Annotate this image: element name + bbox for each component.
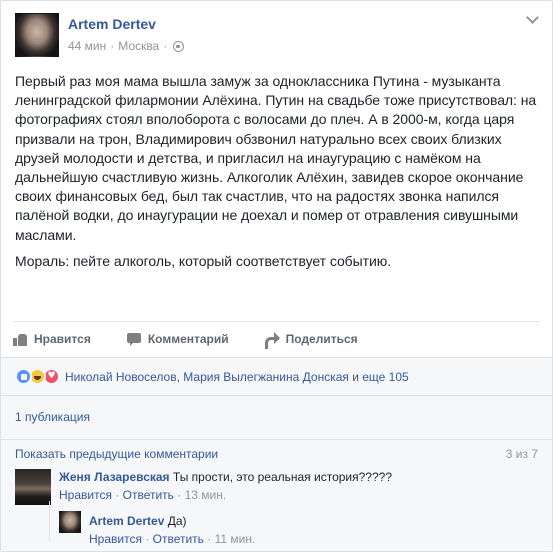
post-paragraph: Мораль: пейте алкоголь, который соответс… (15, 252, 392, 269)
dot-separator: · (177, 488, 182, 502)
comment-time[interactable]: 13 мин. (185, 488, 227, 502)
comment-icon (126, 332, 142, 346)
comment-like-link[interactable]: Нравится (59, 488, 112, 502)
post-actions: Нравится Комментарий Поделиться (13, 321, 540, 355)
like-button[interactable]: Нравится (13, 332, 91, 346)
post-location[interactable]: Москва (118, 39, 159, 53)
reactors-more-link[interactable]: еще 105 (362, 370, 408, 384)
reactor-and: и (348, 369, 363, 384)
comment-reply-link[interactable]: Ответить (123, 488, 174, 502)
dot-separator: · (115, 488, 120, 502)
shares-row: 1 публикация (1, 395, 552, 439)
comment-label: Комментарий (147, 331, 229, 346)
meta-separator: · (110, 39, 115, 53)
author-avatar[interactable] (15, 13, 59, 57)
like-label: Нравится (34, 331, 91, 346)
reply-thread-line (49, 501, 50, 541)
comment-time[interactable]: 11 мин. (215, 532, 256, 546)
post-body: Первый раз моя мама вышла замуж за однок… (15, 72, 539, 278)
post-meta: 44 мин · Москва · (68, 39, 185, 53)
reactor-link[interactable]: Мария Вылегжанина Донская (183, 370, 349, 384)
reactor-link[interactable]: Николай Новоселов (65, 370, 177, 384)
comment-like-link[interactable]: Нравится (89, 532, 142, 546)
comment-actions: Нравится · Ответить · 13 мин. (59, 488, 226, 502)
comment-text: Ты прости, это реальная история????? (172, 470, 392, 484)
comments-section: Показать предыдущие комментарии 3 из 7 Ж… (1, 439, 552, 551)
comment-button[interactable]: Комментарий (126, 331, 229, 346)
comment-actions: Нравится · Ответить · 11 мин. (89, 532, 255, 546)
share-label: Поделиться (285, 331, 358, 346)
share-icon (264, 331, 280, 349)
meta-separator-2: · (163, 39, 168, 53)
dot-separator: · (145, 532, 150, 546)
show-previous-comments-link[interactable]: Показать предыдущие комментарии (15, 447, 218, 461)
thumbs-up-icon (13, 332, 28, 346)
chevron-down-icon[interactable] (526, 13, 538, 25)
comments-count: 3 из 7 (505, 447, 538, 461)
reaction-names: Николай Новоселов, Мария Вылегжанина Дон… (65, 370, 409, 384)
avatar[interactable] (59, 511, 81, 533)
like-reaction-icon[interactable] (15, 368, 32, 385)
share-button[interactable]: Поделиться (264, 331, 358, 349)
shares-link[interactable]: 1 публикация (15, 410, 90, 424)
comment-content: Artem Dertev Да) (89, 514, 187, 528)
comment-text: Да) (167, 514, 187, 528)
reactions-bar: Николай Новоселов, Мария Вылегжанина Дон… (1, 357, 552, 395)
comment-content: Женя Лазаревская Ты прости, это реальная… (59, 469, 392, 485)
author-name[interactable]: Artem Dertev (68, 16, 156, 32)
globe-icon[interactable] (173, 40, 185, 52)
previous-comments-row: Показать предыдущие комментарии 3 из 7 (15, 447, 538, 461)
commenter-name[interactable]: Artem Dertev (89, 514, 164, 528)
post-paragraph: Первый раз моя мама вышла замуж за однок… (15, 73, 537, 243)
avatar[interactable] (15, 469, 51, 505)
dot-separator: · (207, 532, 212, 546)
commenter-name[interactable]: Женя Лазаревская (59, 470, 170, 484)
post-card: Artem Dertev 44 мин · Москва · Первый ра… (0, 0, 553, 552)
comment-reply-link[interactable]: Ответить (153, 532, 204, 546)
post-time[interactable]: 44 мин (68, 39, 106, 53)
